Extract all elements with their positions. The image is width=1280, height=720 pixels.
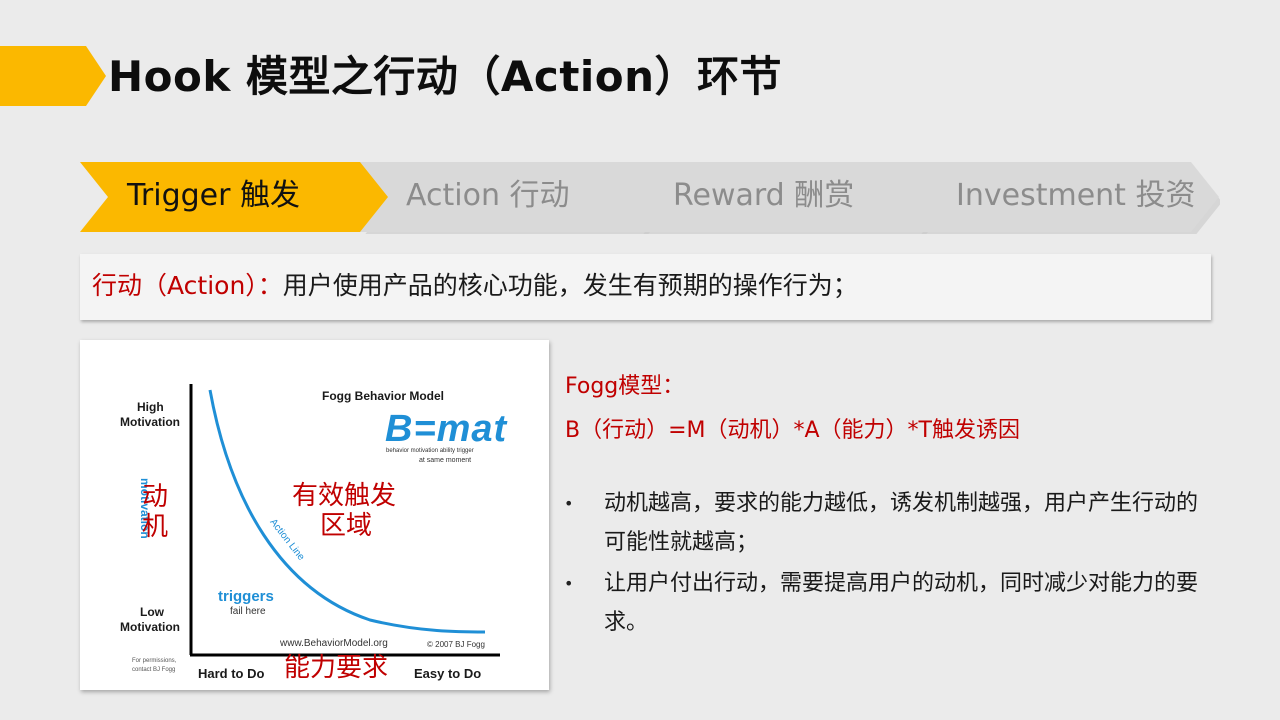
easy-to-do-label: Easy to Do — [414, 666, 482, 681]
bullet-item: • 动机越高，要求的能力越低，诱发机制越强，用户产生行动的可能性就越高； — [560, 484, 1210, 562]
bullet-marker: • — [564, 574, 574, 593]
low-motivation-line2: Motivation — [120, 620, 180, 634]
copyright-label: © 2007 BJ Fogg — [427, 640, 485, 649]
fogg-behavior-model-figure: Fogg Behavior Model B=mat behavior motiv… — [80, 340, 549, 690]
bmat-logo: B=mat — [385, 408, 508, 450]
permissions-line2: contact BJ Fogg — [132, 667, 176, 673]
website-label: www.BehaviorModel.org — [280, 638, 388, 649]
definition-box: 行动（Action）：用户使用产品的核心功能，发生有预期的操作行为； — [80, 254, 1211, 320]
fogg-model-title: Fogg模型： — [565, 374, 685, 399]
fogg-model-formula: B（行动）=M（动机）*A（能力）*T触发诱因 — [565, 418, 1020, 443]
permissions-line1: For permissions, — [132, 658, 177, 664]
step-reward-label: Reward 酬赏 — [673, 178, 855, 213]
high-motivation-line2: Motivation — [120, 415, 180, 429]
hard-to-do-label: Hard to Do — [198, 666, 265, 681]
low-motivation-line1: Low — [140, 605, 164, 619]
bullet-list: • 动机越高，要求的能力越低，诱发机制越强，用户产生行动的可能性就越高； • 让用户… — [560, 484, 1210, 644]
triggers-label: triggers — [218, 588, 274, 605]
bmat-caption-2: at same moment — [419, 457, 472, 464]
process-steps: Trigger 触发 Action 行动 Reward 酬赏 Investmen… — [80, 162, 1220, 234]
figure-title: Fogg Behavior Model — [322, 389, 445, 403]
bullet-marker: • — [564, 494, 574, 513]
definition-text: 用户使用产品的核心功能，发生有预期的操作行为； — [282, 271, 858, 300]
definition-term: 行动（Action）： — [92, 271, 283, 300]
step-investment-label: Investment 投资 — [956, 178, 1196, 213]
fail-here-label: fail here — [230, 606, 266, 617]
bullet-text: 让用户付出行动，需要提高用户的动机，同时减少对能力的要求。 — [604, 571, 1199, 635]
bullet-text: 动机越高，要求的能力越低，诱发机制越强，用户产生行动的可能性就越高； — [604, 491, 1199, 555]
overlay-region-label-1: 有效触发 — [292, 481, 397, 511]
page-title: Hook 模型之行动（Action）环节 — [108, 52, 783, 101]
overlay-y-label-2: 机 — [142, 512, 169, 542]
overlay-y-label-1: 动 — [142, 482, 169, 512]
overlay-x-label: 能力要求 — [284, 653, 389, 683]
bullet-item: • 让用户付出行动，需要提高用户的动机，同时减少对能力的要求。 — [560, 564, 1210, 642]
title-accent-chevron — [0, 46, 106, 106]
high-motivation-line1: High — [137, 400, 164, 414]
bmat-caption-1: behavior motivation ability trigger — [386, 448, 474, 454]
step-action-label: Action 行动 — [406, 178, 570, 213]
step-trigger-label: Trigger 触发 — [127, 178, 300, 213]
overlay-region-label-2: 区域 — [320, 511, 373, 541]
